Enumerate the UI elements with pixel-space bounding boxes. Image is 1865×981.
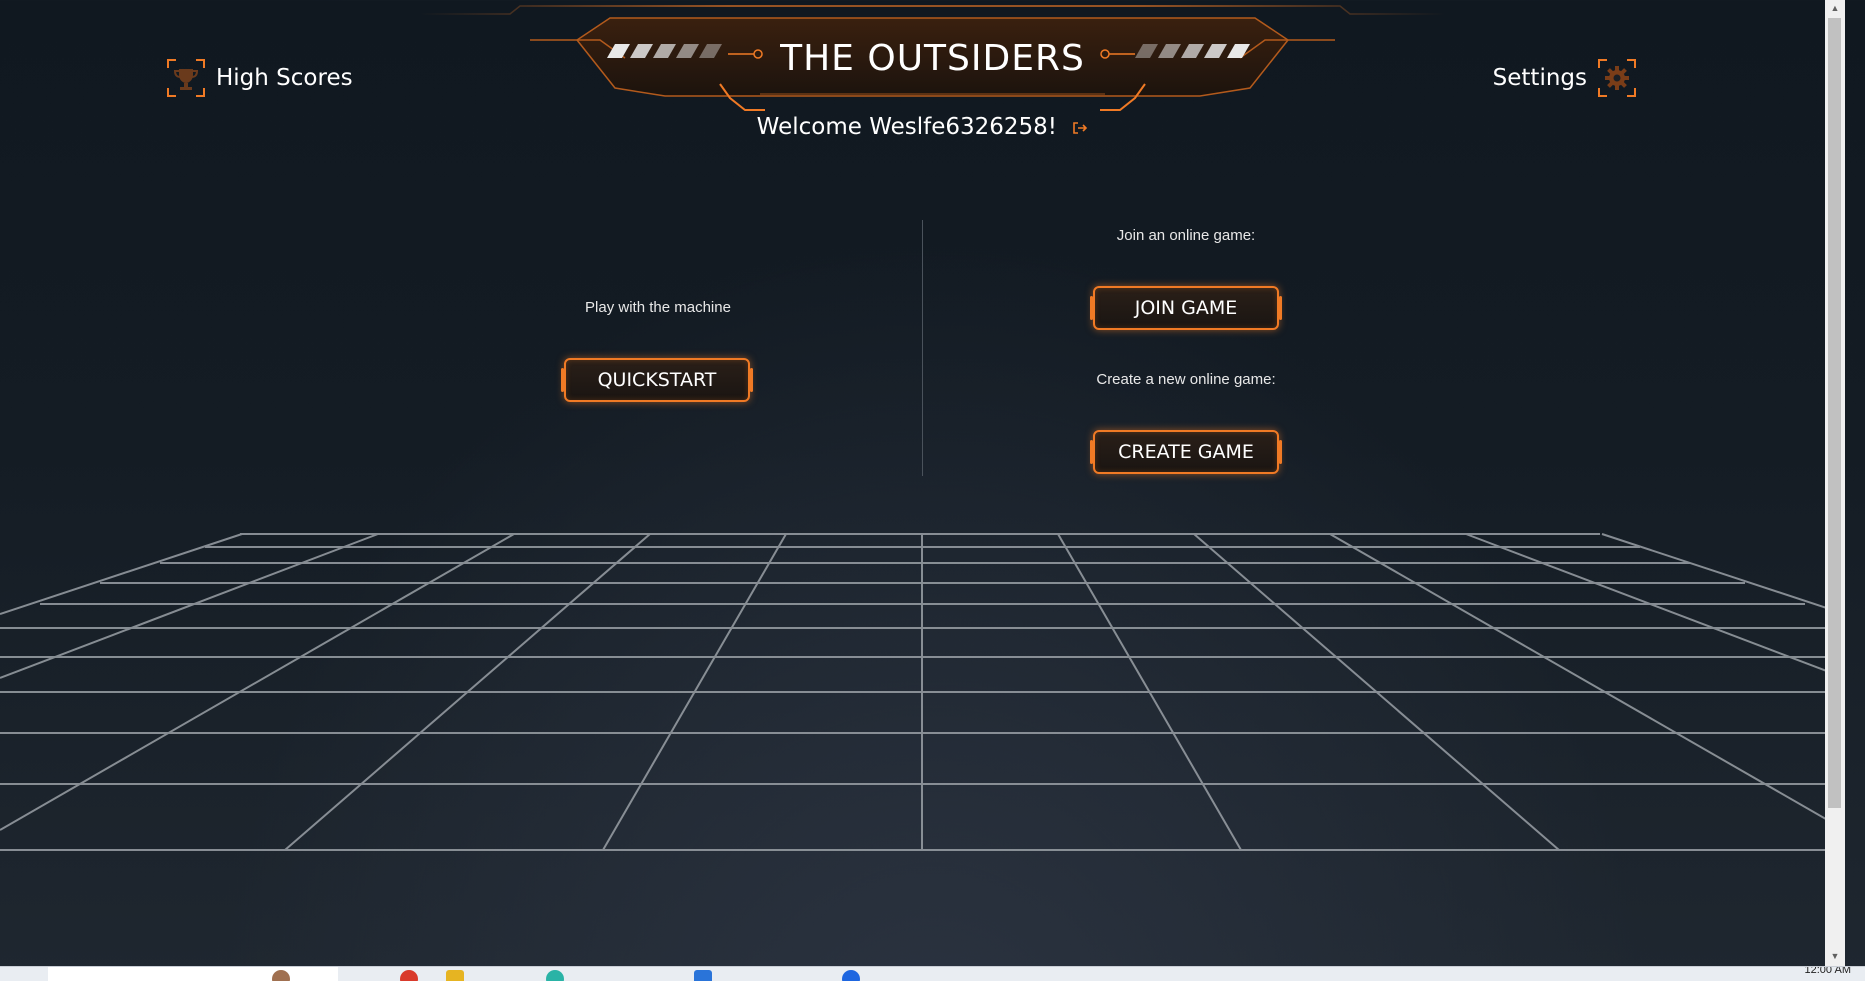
- os-taskbar: 12:00 AM: [0, 966, 1865, 981]
- scroll-thumb[interactable]: [1828, 18, 1841, 808]
- grid-floor: [0, 533, 1845, 851]
- logout-icon[interactable]: [1072, 115, 1088, 141]
- high-scores-link[interactable]: High Scores: [166, 58, 353, 98]
- join-game-button[interactable]: JOIN GAME: [1090, 286, 1282, 330]
- game-title: THE OUTSIDERS: [780, 38, 1085, 79]
- avatar-icon[interactable]: [272, 970, 290, 981]
- scroll-up-icon[interactable]: ▲: [1825, 0, 1845, 16]
- page-scrollbar[interactable]: ▲ ▼: [1825, 0, 1845, 966]
- app-icon-edge[interactable]: [842, 970, 860, 981]
- gear-icon: [1597, 58, 1637, 98]
- high-scores-label: High Scores: [216, 65, 353, 91]
- header-plate: THE OUTSIDERS: [420, 0, 1445, 120]
- settings-link[interactable]: Settings: [1493, 58, 1637, 98]
- app-icon-red[interactable]: [400, 970, 418, 981]
- app-icon-folder[interactable]: [446, 970, 464, 981]
- taskbar-clock[interactable]: 12:00 AM: [1805, 967, 1851, 976]
- taskbar-search[interactable]: [48, 967, 338, 981]
- play-machine-caption: Play with the machine: [585, 299, 731, 316]
- trophy-icon: [166, 58, 206, 98]
- panel-divider: [922, 220, 923, 476]
- welcome-text: Welcome Weslfe6326258!: [756, 114, 1058, 140]
- create-game-button[interactable]: CREATE GAME: [1090, 430, 1282, 474]
- welcome-message: Welcome Weslfe6326258!: [0, 114, 1845, 141]
- join-game-caption: Join an online game:: [1116, 227, 1256, 244]
- app-window: THE OUTSIDERS Welcome Weslfe6326258! Hig…: [0, 0, 1845, 966]
- create-game-caption: Create a new online game:: [1096, 371, 1276, 388]
- quickstart-button[interactable]: QUICKSTART: [561, 358, 753, 402]
- app-icon-teal[interactable]: [546, 970, 564, 981]
- app-icon-blue[interactable]: [694, 970, 712, 981]
- scroll-down-icon[interactable]: ▼: [1825, 948, 1845, 964]
- settings-label: Settings: [1492, 65, 1587, 91]
